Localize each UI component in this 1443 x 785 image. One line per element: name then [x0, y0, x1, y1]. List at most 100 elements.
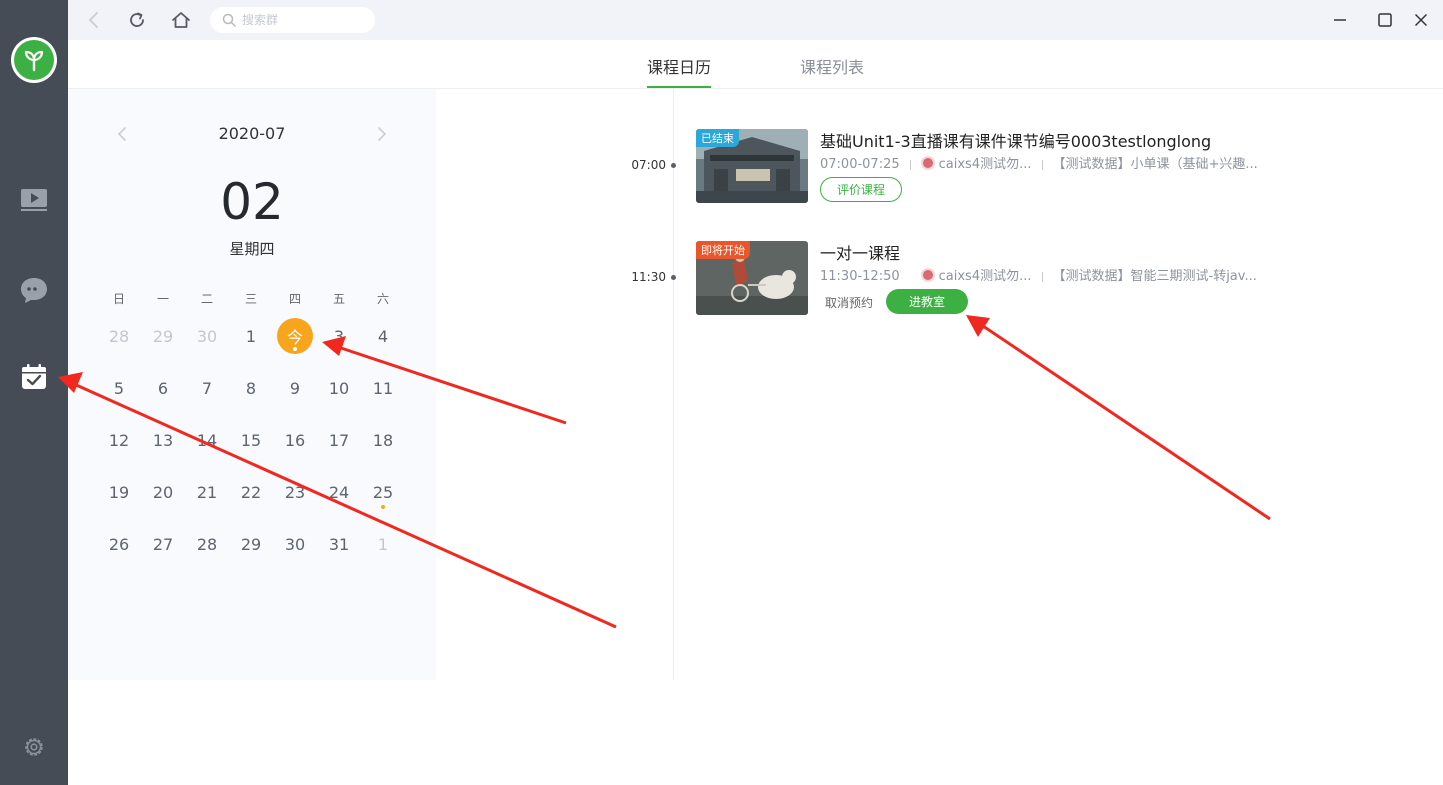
calendar-day[interactable]: 19	[99, 472, 139, 512]
maximize-button[interactable]	[1373, 8, 1397, 32]
teacher-avatar	[920, 268, 935, 282]
calendar-day[interactable]: 20	[143, 472, 183, 512]
calendar-day[interactable]: 1	[231, 316, 271, 356]
minimize-button[interactable]	[1328, 8, 1352, 32]
sidebar	[0, 0, 68, 785]
calendar-day[interactable]: 23	[275, 472, 315, 512]
calendar-day[interactable]: 30	[275, 524, 315, 564]
course-time-range: 07:00-07:25	[820, 157, 900, 172]
refresh-button[interactable]	[125, 8, 149, 32]
enter-classroom-button[interactable]: 进教室	[886, 289, 968, 314]
next-month-button[interactable]	[370, 122, 394, 146]
calendar-day[interactable]: 14	[187, 420, 227, 460]
timeline-line	[673, 89, 674, 680]
teacher-avatar	[920, 156, 935, 170]
weekday-header: 五	[332, 292, 345, 306]
calendar-day[interactable]: 15	[231, 420, 271, 460]
calendar-day[interactable]: 12	[99, 420, 139, 460]
back-button[interactable]	[82, 8, 106, 32]
cancel-booking-button[interactable]: 取消预约	[825, 294, 873, 311]
calendar-day[interactable]: 6	[143, 368, 183, 408]
rate-course-button[interactable]: 评价课程	[820, 177, 902, 202]
course-time-range: 11:30-12:50	[820, 269, 900, 284]
calendar-day[interactable]: 7	[187, 368, 227, 408]
search-icon	[222, 13, 236, 27]
calendar-day[interactable]: 24	[319, 472, 359, 512]
timeline-dot	[671, 275, 676, 280]
calendar-day[interactable]: 5	[99, 368, 139, 408]
time-label: 07:00	[631, 158, 666, 172]
maximize-icon	[1378, 13, 1392, 27]
calendar-day[interactable]: 28	[187, 524, 227, 564]
calendar-day[interactable]: 26	[99, 524, 139, 564]
calendar-panel: 2020-07 02 星期四 日 一 二 三 四 五 六 28 29 30 1 今 3 4 5…	[68, 89, 436, 680]
calendar-day[interactable]: 13	[143, 420, 183, 460]
settings-button[interactable]	[14, 727, 54, 767]
course-thumbnail[interactable]: 即将开始	[696, 241, 808, 315]
tab-bar: 课程日历 课程列表	[68, 40, 1443, 89]
chevron-left-icon	[88, 12, 98, 28]
video-play-icon	[21, 189, 47, 211]
event-dot	[381, 505, 385, 509]
weekday-header: 六	[376, 292, 389, 306]
close-button[interactable]	[1409, 8, 1433, 32]
home-icon	[172, 12, 190, 28]
calendar-day[interactable]: 22	[231, 472, 271, 512]
close-icon	[1414, 13, 1428, 27]
calendar-day[interactable]: 8	[231, 368, 271, 408]
calendar-day[interactable]: 9	[275, 368, 315, 408]
selected-weekday: 星期四	[229, 240, 275, 258]
teacher-name: caixs4测试勿...	[938, 157, 1032, 172]
gear-icon	[25, 738, 43, 756]
title-bar	[68, 0, 1443, 40]
weekday-header: 三	[244, 292, 257, 306]
chat-bubble-icon	[21, 278, 47, 303]
refresh-icon	[130, 12, 144, 27]
course-meta: 07:00-07:25 caixs4测试勿... 【测试数据】小单课（基础+兴趣..…	[820, 153, 1258, 172]
calendar-day[interactable]: 18	[363, 420, 403, 460]
minimize-icon	[1334, 19, 1346, 21]
app-logo	[11, 37, 57, 83]
calendar-check-icon	[22, 364, 46, 389]
calendar-day[interactable]: 29	[143, 316, 183, 356]
search-input[interactable]	[242, 10, 362, 30]
calendar-day[interactable]: 28	[99, 316, 139, 356]
calendar-day[interactable]: 1	[363, 524, 403, 564]
calendar-day[interactable]: 31	[319, 524, 359, 564]
sidebar-item-calendar[interactable]	[14, 357, 54, 397]
calendar-day[interactable]: 11	[363, 368, 403, 408]
course-title[interactable]: 一对一课程	[820, 240, 900, 264]
weekday-header: 日	[112, 292, 125, 306]
arrow-to-enter-classroom	[966, 315, 1271, 521]
course-title[interactable]: 基础Unit1-3直播课有课件课节编号0003testlonglong	[820, 128, 1211, 152]
calendar-day[interactable]: 21	[187, 472, 227, 512]
tab-course-calendar[interactable]: 课程日历	[647, 54, 712, 88]
calendar-day[interactable]: 29	[231, 524, 271, 564]
app-window: 课程日历 课程列表 2020-07 02 星期四 日 一 二 三 四 五 六 2…	[0, 0, 1443, 785]
status-badge: 已结束	[696, 129, 739, 147]
calendar-day[interactable]: 10	[319, 368, 359, 408]
sidebar-item-video[interactable]	[14, 180, 54, 220]
calendar-day[interactable]: 30	[187, 316, 227, 356]
weekday-header: 四	[288, 292, 301, 306]
calendar-day[interactable]: 4	[363, 316, 403, 356]
tab-course-list[interactable]: 课程列表	[800, 54, 864, 88]
selected-day: 02	[220, 173, 284, 231]
event-dot	[293, 347, 297, 351]
calendar-day[interactable]: 16	[275, 420, 315, 460]
timeline-dot	[671, 163, 676, 168]
sidebar-item-chat[interactable]	[14, 270, 54, 310]
calendar-day[interactable]: 27	[143, 524, 183, 564]
home-button[interactable]	[169, 8, 193, 32]
time-label: 11:30	[631, 270, 666, 284]
weekday-header: 二	[200, 292, 213, 306]
course-meta: 11:30-12:50 caixs4测试勿... 【测试数据】智能三期测试-转jav…	[820, 265, 1257, 284]
search-box[interactable]	[210, 7, 375, 33]
course-category: 【测试数据】智能三期测试-转jav...	[1052, 269, 1257, 284]
sprout-icon	[24, 50, 44, 72]
course-category: 【测试数据】小单课（基础+兴趣...	[1052, 157, 1258, 172]
course-thumbnail[interactable]: 已结束	[696, 129, 808, 203]
calendar-day[interactable]: 17	[319, 420, 359, 460]
calendar-day[interactable]: 3	[319, 316, 359, 356]
weekday-header: 一	[156, 292, 169, 306]
